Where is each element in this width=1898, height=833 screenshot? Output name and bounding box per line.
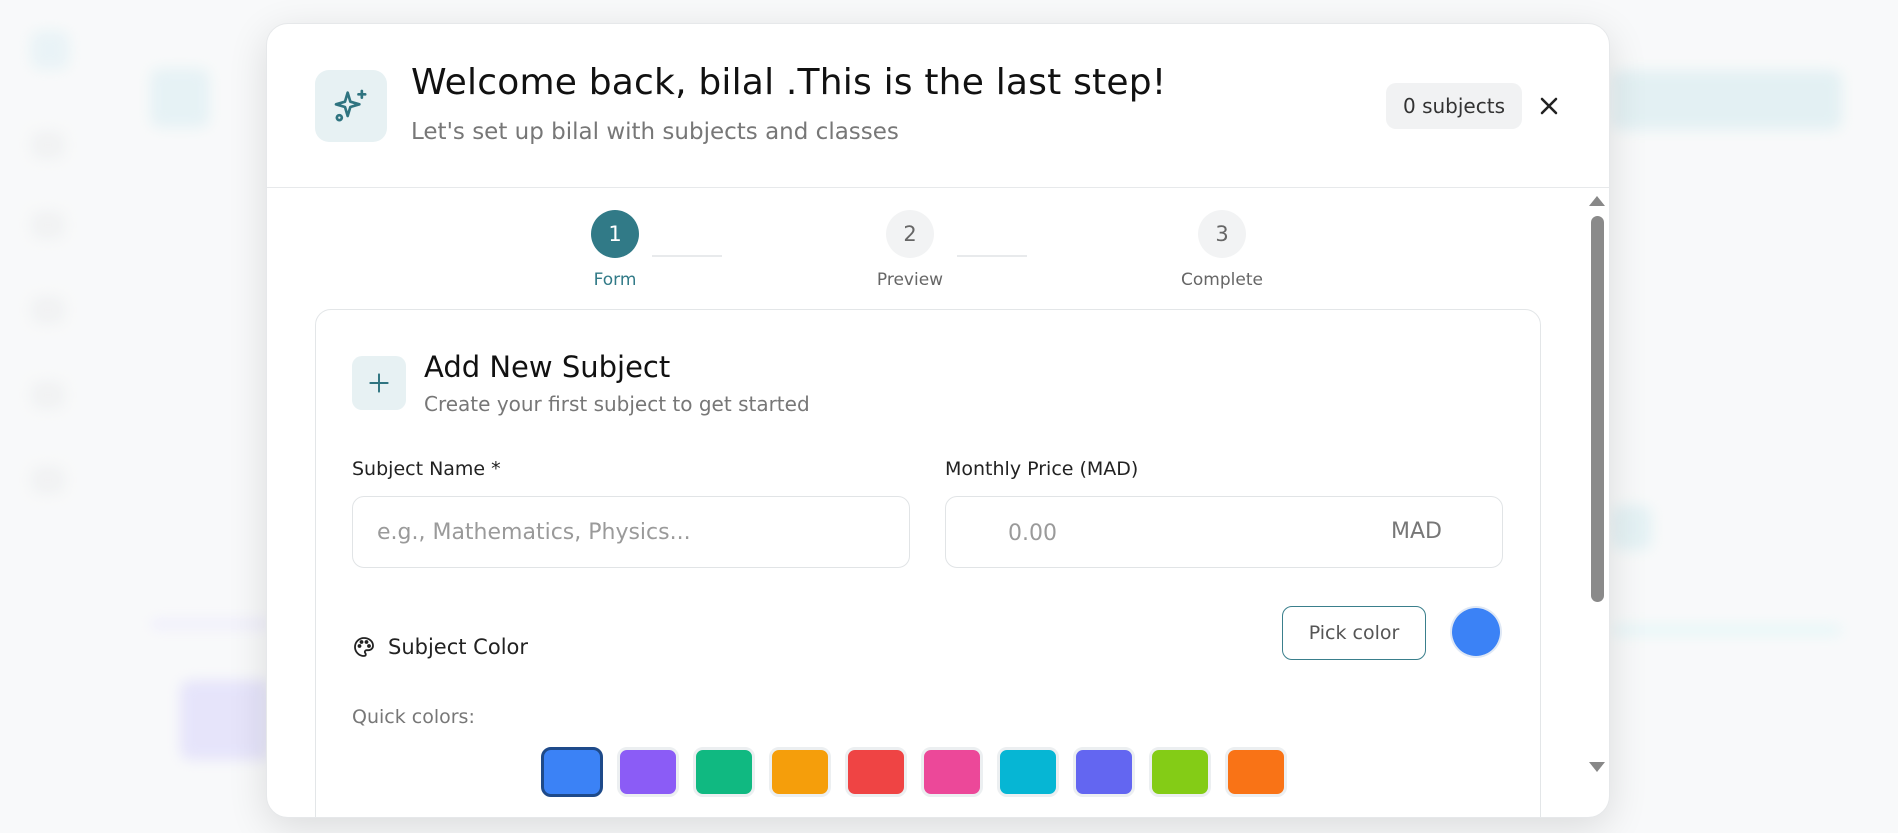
step-complete: 3 Complete — [1152, 210, 1292, 290]
selected-color-preview[interactable] — [1452, 608, 1500, 656]
modal-header: Welcome back, bilal .This is the last st… — [267, 24, 1609, 188]
modal-title: Welcome back, bilal .This is the last st… — [411, 62, 1167, 103]
close-icon — [1540, 97, 1558, 115]
step-label: Form — [593, 270, 637, 290]
step-connector — [957, 255, 1027, 257]
price-label: Monthly Price (MAD) — [945, 458, 1139, 480]
card-title: Add New Subject — [424, 350, 671, 384]
quick-colors-list — [541, 747, 1287, 797]
step-number: 3 — [1198, 210, 1246, 258]
scrollbar-thumb[interactable] — [1591, 216, 1604, 602]
color-swatch[interactable] — [617, 747, 679, 797]
modal-subtitle: Let's set up bilal with subjects and cla… — [411, 119, 899, 145]
color-swatch[interactable] — [1225, 747, 1287, 797]
subject-name-input[interactable] — [352, 496, 910, 568]
onboarding-modal: Welcome back, bilal .This is the last st… — [266, 23, 1610, 818]
color-swatch[interactable] — [1149, 747, 1211, 797]
step-number: 1 — [591, 210, 639, 258]
step-label: Complete — [1181, 270, 1263, 290]
color-swatch[interactable] — [693, 747, 755, 797]
scroll-down-arrow[interactable] — [1589, 762, 1605, 772]
step-preview: 2 Preview — [840, 210, 980, 290]
price-unit: MAD — [1391, 519, 1442, 544]
sparkles-icon — [315, 70, 387, 142]
subject-color-label: Subject Color — [388, 635, 529, 659]
quick-colors-label: Quick colors: — [352, 706, 475, 728]
add-subject-card: Add New Subject Create your first subjec… — [315, 309, 1541, 817]
palette-icon — [354, 637, 374, 657]
color-swatch[interactable] — [541, 747, 603, 797]
scroll-up-arrow[interactable] — [1589, 196, 1605, 206]
price-input[interactable] — [1006, 515, 1290, 551]
modal-body: 1 Form 2 Preview 3 Complete Add New Subj… — [267, 188, 1609, 817]
subject-name-label: Subject Name * — [352, 458, 501, 480]
color-swatch[interactable] — [921, 747, 983, 797]
step-form: 1 Form — [545, 210, 685, 290]
color-swatch[interactable] — [769, 747, 831, 797]
plus-icon — [352, 356, 406, 410]
card-subtitle: Create your first subject to get started — [424, 392, 810, 416]
pick-color-button[interactable]: Pick color — [1282, 606, 1426, 660]
price-field: MAD — [945, 496, 1503, 568]
color-swatch[interactable] — [845, 747, 907, 797]
step-number: 2 — [886, 210, 934, 258]
close-button[interactable] — [1535, 92, 1563, 120]
subject-color-row: Subject Color — [352, 635, 528, 659]
subject-count-badge: 0 subjects — [1386, 83, 1522, 129]
step-connector — [652, 255, 722, 257]
color-swatch[interactable] — [1073, 747, 1135, 797]
scrollbar[interactable] — [1585, 188, 1609, 817]
color-swatch[interactable] — [997, 747, 1059, 797]
step-label: Preview — [876, 270, 944, 290]
